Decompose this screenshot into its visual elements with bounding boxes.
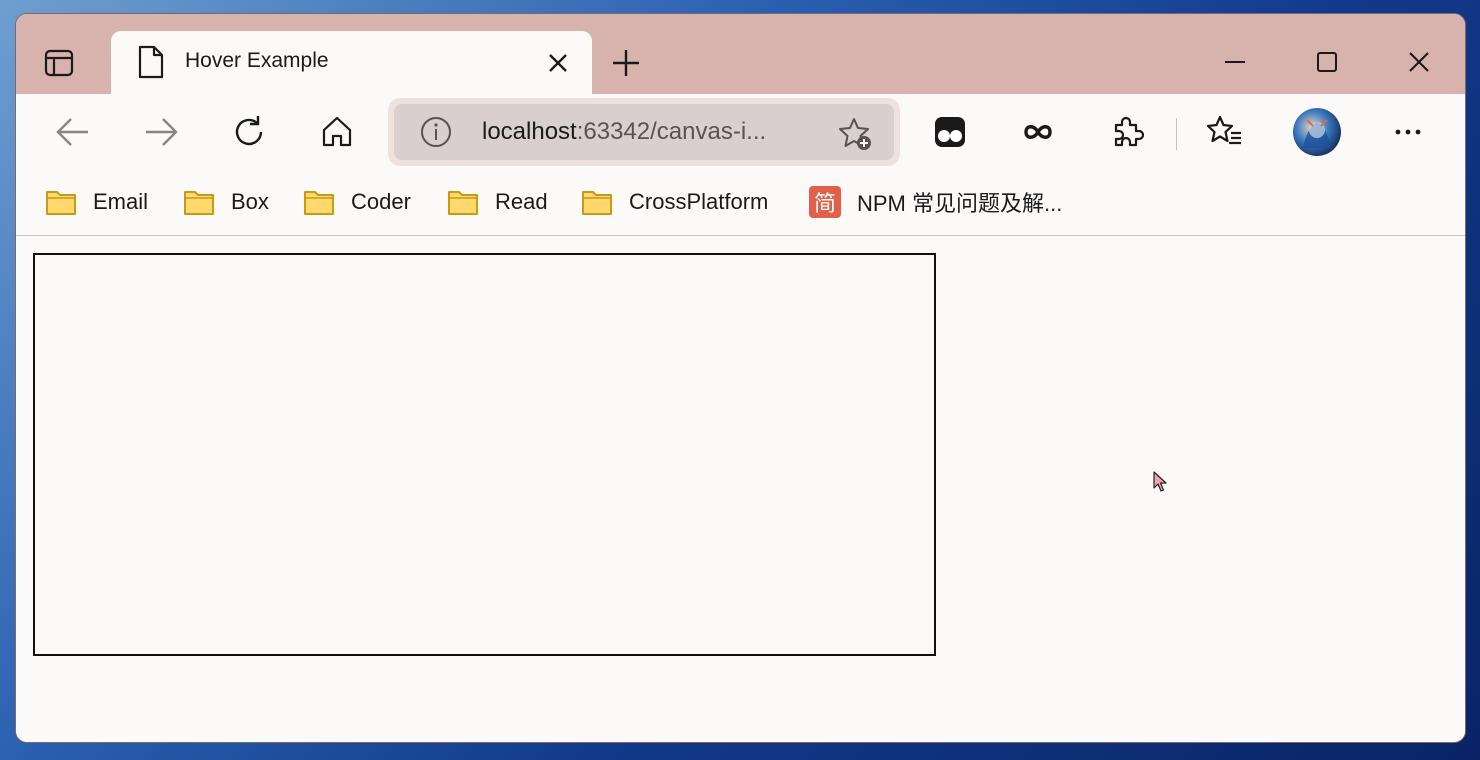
folder-icon [448,191,478,215]
bookmarks-bar: Email Box Coder Read CrossPlatform 简 NPM… [16,172,1465,236]
info-icon[interactable] [420,116,452,148]
browser-window: Hover Example localhost:63342/canvas-i..… [15,13,1466,743]
new-tab-icon[interactable] [610,47,642,79]
bookmark-email[interactable]: Email [45,186,148,218]
folder-icon [46,191,76,215]
tampermonkey-icon [935,117,965,147]
bookmark-label: Box [231,189,269,214]
bookmark-label: Coder [351,189,411,214]
page-content [16,236,1465,742]
minimize-icon [1225,61,1245,63]
puzzle-icon [1114,116,1144,147]
favorites-list-icon [1207,115,1241,145]
forward-button[interactable] [141,112,181,152]
bookmark-label: NPM 常见问题及解... [857,191,1063,216]
toolbar-separator [1176,118,1177,150]
more-icon [1395,129,1421,135]
extension-button-1[interactable] [930,112,970,152]
url-text[interactable]: localhost:63342/canvas-i... [482,118,766,146]
close-tab-icon[interactable] [545,50,571,76]
add-favorite-icon[interactable] [838,116,874,152]
mouse-cursor-icon [1153,471,1167,492]
tab-title: Hover Example [185,49,329,72]
maximize-icon [1317,52,1337,72]
refresh-button[interactable] [229,112,269,152]
folder-icon [184,191,214,215]
home-button[interactable] [317,112,357,152]
active-tab[interactable]: Hover Example [111,31,592,95]
extension-button-2[interactable] [1018,112,1058,152]
minimize-button[interactable] [1215,42,1255,82]
settings-more-button[interactable] [1388,112,1428,152]
url-rest: :63342/canvas-i... [576,118,767,145]
arrow-left-icon [56,118,88,146]
arrow-right-icon [146,118,178,146]
back-button[interactable] [53,112,93,152]
close-window-icon [1409,52,1429,72]
profile-avatar[interactable] [1293,108,1341,156]
bookmark-coder[interactable]: Coder [303,186,411,218]
close-window-button[interactable] [1399,42,1439,82]
infinity-icon [1024,125,1052,139]
address-bar[interactable]: localhost:63342/canvas-i... [388,98,900,166]
toolbar: localhost:63342/canvas-i... [16,94,1465,172]
bookmark-label: Email [93,189,149,214]
page-icon [138,45,164,79]
hover-canvas[interactable] [33,253,936,656]
bookmark-label: CrossPlatform [629,189,769,214]
title-bar: Hover Example [16,14,1465,95]
favorites-button[interactable] [1205,112,1245,152]
tab-actions-icon [44,49,74,77]
home-icon [322,116,352,147]
maximize-button[interactable] [1307,42,1347,82]
folder-icon [582,191,612,215]
bookmark-crossplatform[interactable]: CrossPlatform [581,186,768,218]
bookmark-box[interactable]: Box [183,186,269,218]
extensions-button[interactable] [1107,112,1147,152]
tab-actions-button[interactable] [42,46,76,80]
jian-site-icon: 简 [809,186,841,218]
bookmark-npm[interactable]: 简 NPM 常见问题及解... [809,186,1062,218]
profile-picture-icon [1303,119,1331,148]
address-bar-field[interactable]: localhost:63342/canvas-i... [394,104,894,160]
refresh-icon [235,116,263,146]
bookmark-label: Read [495,189,548,214]
url-host: localhost [482,118,577,145]
bookmark-read[interactable]: Read [447,186,548,218]
folder-icon [304,191,334,215]
